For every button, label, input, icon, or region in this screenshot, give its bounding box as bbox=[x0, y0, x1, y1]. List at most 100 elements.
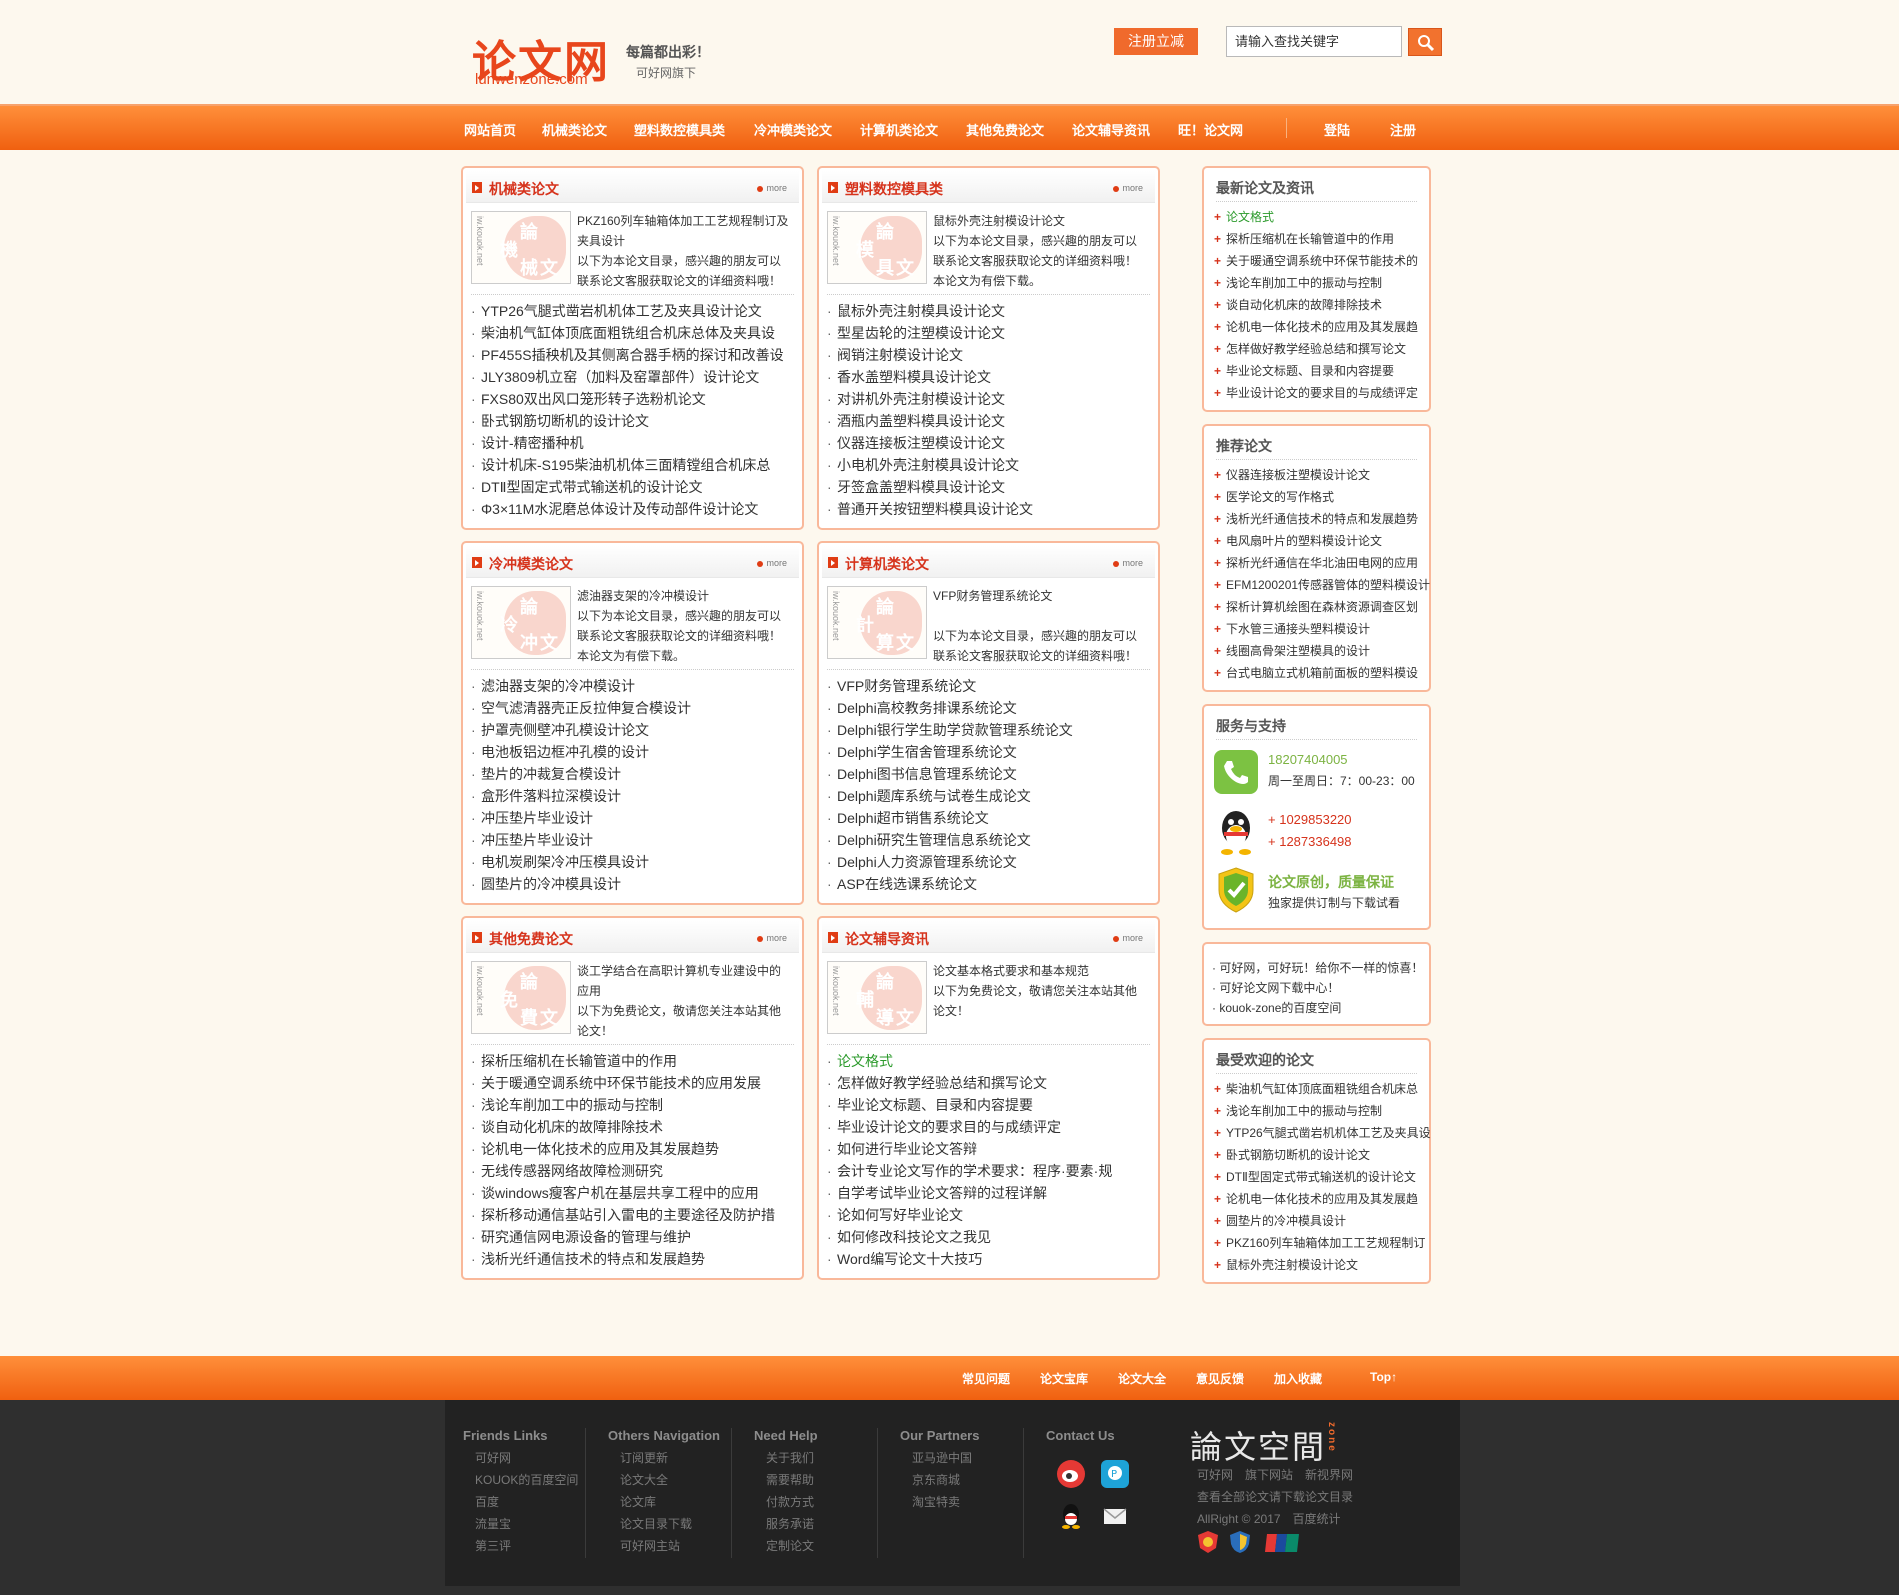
list-item[interactable]: VFP财务管理系统论文 bbox=[827, 675, 1073, 697]
sidebar-item[interactable]: 论机电一体化技术的应用及其发展趋 bbox=[1214, 1188, 1431, 1210]
list-item[interactable]: 如何修改科技论文之我见 bbox=[827, 1226, 1112, 1248]
unionpay-icon[interactable] bbox=[1265, 1532, 1299, 1554]
more-link[interactable]: more bbox=[757, 933, 787, 943]
list-item[interactable]: 无线传感器网络故障检测研究 bbox=[471, 1160, 775, 1182]
list-item[interactable]: JLY3809机立窑（加料及窑罩部件）设计论文 bbox=[471, 366, 784, 388]
list-item[interactable]: Delphi题库系统与试卷生成论文 bbox=[827, 785, 1073, 807]
desc-line[interactable]: 论文基本格式要求和基本规范 bbox=[933, 961, 1145, 981]
footer-link[interactable]: 可好网 bbox=[463, 1447, 578, 1469]
sidebar-item[interactable]: 探析光纤通信在华北油田电网的应用 bbox=[1214, 552, 1430, 574]
more-link[interactable]: more bbox=[757, 183, 787, 193]
list-item[interactable]: 设计-精密播种机 bbox=[471, 432, 784, 454]
list-item[interactable]: 盒形件落料拉深模设计 bbox=[471, 785, 691, 807]
list-item[interactable]: 谈windows瘦客户机在基层共享工程中的应用 bbox=[471, 1182, 775, 1204]
list-item[interactable]: 关于暖通空调系统中环保节能技术的应用发展 bbox=[471, 1072, 775, 1094]
nav-item-wang[interactable]: 旺！论文网 bbox=[1178, 120, 1243, 139]
police-badge-icon[interactable] bbox=[1197, 1530, 1219, 1554]
list-item[interactable]: Delphi学生宿舍管理系统论文 bbox=[827, 741, 1073, 763]
desc-line[interactable]: 鼠标外壳注射模设计论文 bbox=[933, 211, 1145, 231]
list-item[interactable]: 毕业设计论文的要求目的与成绩评定 bbox=[827, 1116, 1112, 1138]
list-item[interactable]: 会计专业论文写作的学术要求：程序·要素·规 bbox=[827, 1160, 1112, 1182]
sidebar-item[interactable]: 卧式钢筋切断机的设计论文 bbox=[1214, 1144, 1431, 1166]
catalog-download[interactable]: 查看全部论文请下载论文目录 bbox=[1197, 1488, 1353, 1505]
list-item[interactable]: 对讲机外壳注射模设计论文 bbox=[827, 388, 1033, 410]
nav-item-mechanical[interactable]: 机械类论文 bbox=[542, 120, 607, 139]
more-link[interactable]: more bbox=[1113, 183, 1143, 193]
mail-icon[interactable] bbox=[1101, 1502, 1129, 1530]
footer-link-faq[interactable]: 常见问题 bbox=[962, 1370, 1010, 1387]
list-item[interactable]: 酒瓶内盖塑料模具设计论文 bbox=[827, 410, 1033, 432]
footer-link-all[interactable]: 论文大全 bbox=[1118, 1370, 1166, 1387]
service-phone[interactable]: 18207404005 bbox=[1268, 752, 1348, 767]
list-item[interactable]: 电池板铝边框冲孔模的设计 bbox=[471, 741, 691, 763]
list-item[interactable]: ASP在线选课系统论文 bbox=[827, 873, 1073, 895]
site-logo[interactable]: 论文网 lunwenzone.com 每篇都出彩！ 可好网旗下 bbox=[472, 26, 732, 96]
chat-icon[interactable]: P bbox=[1101, 1460, 1129, 1488]
service-qq-2[interactable]: + 1287336498 bbox=[1268, 834, 1352, 849]
sidebar-item[interactable]: 探析计算机绘图在森林资源调查区划 bbox=[1214, 596, 1430, 618]
list-item[interactable]: 阀销注射模设计论文 bbox=[827, 344, 1033, 366]
sidebar-item[interactable]: 探析压缩机在长输管道中的作用 bbox=[1214, 228, 1418, 250]
sidebar-item[interactable]: 怎样做好教学经验总结和撰写论文 bbox=[1214, 338, 1418, 360]
search-input[interactable]: 请输入查找关键字 bbox=[1226, 26, 1402, 57]
service-qq-1[interactable]: + 1029853220 bbox=[1268, 812, 1352, 827]
footer-link[interactable]: 流量宝 bbox=[463, 1513, 578, 1535]
list-item[interactable]: 浅析光纤通信技术的特点和发展趋势 bbox=[471, 1248, 775, 1270]
footer-link[interactable]: 百度 bbox=[463, 1491, 578, 1513]
panel-thumbnail[interactable]: iw.kouok.net 論 免 費 文 bbox=[471, 961, 571, 1034]
sidebar-item[interactable]: 浅析光纤通信技术的特点和发展趋势 bbox=[1214, 508, 1430, 530]
footer-link[interactable]: KOUOK的百度空间 bbox=[463, 1469, 578, 1491]
footer-link[interactable]: 可好网主站 bbox=[608, 1535, 720, 1557]
footer-link[interactable]: 淘宝特卖 bbox=[900, 1491, 979, 1513]
list-item[interactable]: 圆垫片的冷冲模具设计 bbox=[471, 873, 691, 895]
sidebar-item[interactable]: 毕业论文标题、目录和内容提要 bbox=[1214, 360, 1418, 382]
panel-title[interactable]: 其他免费论文 bbox=[489, 929, 573, 949]
brand-links[interactable]: 可好网 旗下网站 新视界网 bbox=[1197, 1466, 1353, 1483]
sidebar-item[interactable]: 医学论文的写作格式 bbox=[1214, 486, 1430, 508]
panel-title[interactable]: 机械类论文 bbox=[489, 179, 559, 199]
qq-small-icon[interactable] bbox=[1057, 1502, 1085, 1530]
sidebar-item[interactable]: YTP26气腿式凿岩机机体工艺及夹具设 bbox=[1214, 1122, 1431, 1144]
list-item[interactable]: FXS80双出风口笼形转子选粉机论文 bbox=[471, 388, 784, 410]
list-item[interactable]: 型星齿轮的注塑模设计论文 bbox=[827, 322, 1033, 344]
list-item[interactable]: YTP26气腿式凿岩机机体工艺及夹具设计论文 bbox=[471, 300, 784, 322]
list-item[interactable]: 空气滤清器壳正反拉伸复合模设计 bbox=[471, 697, 691, 719]
list-item[interactable]: Φ3×11M水泥磨总体设计及传动部件设计论文 bbox=[471, 498, 784, 520]
security-shield-icon[interactable] bbox=[1229, 1530, 1251, 1554]
nav-register[interactable]: 注册 bbox=[1390, 120, 1416, 139]
list-item[interactable]: Delphi研究生管理信息系统论文 bbox=[827, 829, 1073, 851]
footer-link[interactable]: 关于我们 bbox=[754, 1447, 818, 1469]
footer-link[interactable]: 定制论文 bbox=[754, 1535, 818, 1557]
footer-link[interactable]: 论文大全 bbox=[608, 1469, 720, 1491]
footer-link-feedback[interactable]: 意见反馈 bbox=[1196, 1370, 1244, 1387]
list-item[interactable]: Word编写论文十大技巧 bbox=[827, 1248, 1112, 1270]
panel-thumbnail[interactable]: iw.kouok.net 論 模 具 文 bbox=[827, 211, 927, 284]
footer-link[interactable]: 服务承诺 bbox=[754, 1513, 818, 1535]
list-item[interactable]: 冲压垫片毕业设计 bbox=[471, 807, 691, 829]
list-item[interactable]: 如何进行毕业论文答辩 bbox=[827, 1138, 1112, 1160]
note-item[interactable]: · 可好论文网下载中心！ bbox=[1212, 978, 1423, 998]
more-link[interactable]: more bbox=[1113, 558, 1143, 568]
list-item[interactable]: 论如何写好毕业论文 bbox=[827, 1204, 1112, 1226]
list-item[interactable]: PF455S插秧机及其侧离合器手柄的探讨和改善设 bbox=[471, 344, 784, 366]
list-item[interactable]: Delphi超市销售系统论文 bbox=[827, 807, 1073, 829]
list-item[interactable]: 谈自动化机床的故障排除技术 bbox=[471, 1116, 775, 1138]
list-item[interactable]: 护罩壳侧壁冲孔模设计论文 bbox=[471, 719, 691, 741]
list-item[interactable]: 香水盖塑料模具设计论文 bbox=[827, 366, 1033, 388]
panel-thumbnail[interactable]: iw.kouok.net 論 計 算 文 bbox=[827, 586, 927, 659]
nav-item-computer[interactable]: 计算机类论文 bbox=[860, 120, 938, 139]
search-button[interactable] bbox=[1408, 28, 1442, 56]
sidebar-item[interactable]: 下水管三通接头塑料模设计 bbox=[1214, 618, 1430, 640]
more-link[interactable]: more bbox=[1113, 933, 1143, 943]
footer-link[interactable]: 亚马逊中国 bbox=[900, 1447, 979, 1469]
list-item[interactable]: Delphi人力资源管理系统论文 bbox=[827, 851, 1073, 873]
sidebar-item[interactable]: 论机电一体化技术的应用及其发展趋 bbox=[1214, 316, 1418, 338]
sidebar-item[interactable]: PKZ160列车轴箱体加工工艺规程制订 bbox=[1214, 1232, 1431, 1254]
sidebar-item[interactable]: 电风扇叶片的塑料模设计论文 bbox=[1214, 530, 1430, 552]
nav-item-stamping[interactable]: 冷冲模类论文 bbox=[754, 120, 832, 139]
panel-title[interactable]: 塑料数控模具类 bbox=[845, 179, 943, 199]
list-item[interactable]: Delphi银行学生助学贷款管理系统论文 bbox=[827, 719, 1073, 741]
panel-thumbnail[interactable]: iw.kouok.net 論 冷 冲 文 bbox=[471, 586, 571, 659]
list-item[interactable]: 柴油机气缸体顶底面粗铣组合机床总体及夹具设 bbox=[471, 322, 784, 344]
list-item[interactable]: 滤油器支架的冷冲模设计 bbox=[471, 675, 691, 697]
